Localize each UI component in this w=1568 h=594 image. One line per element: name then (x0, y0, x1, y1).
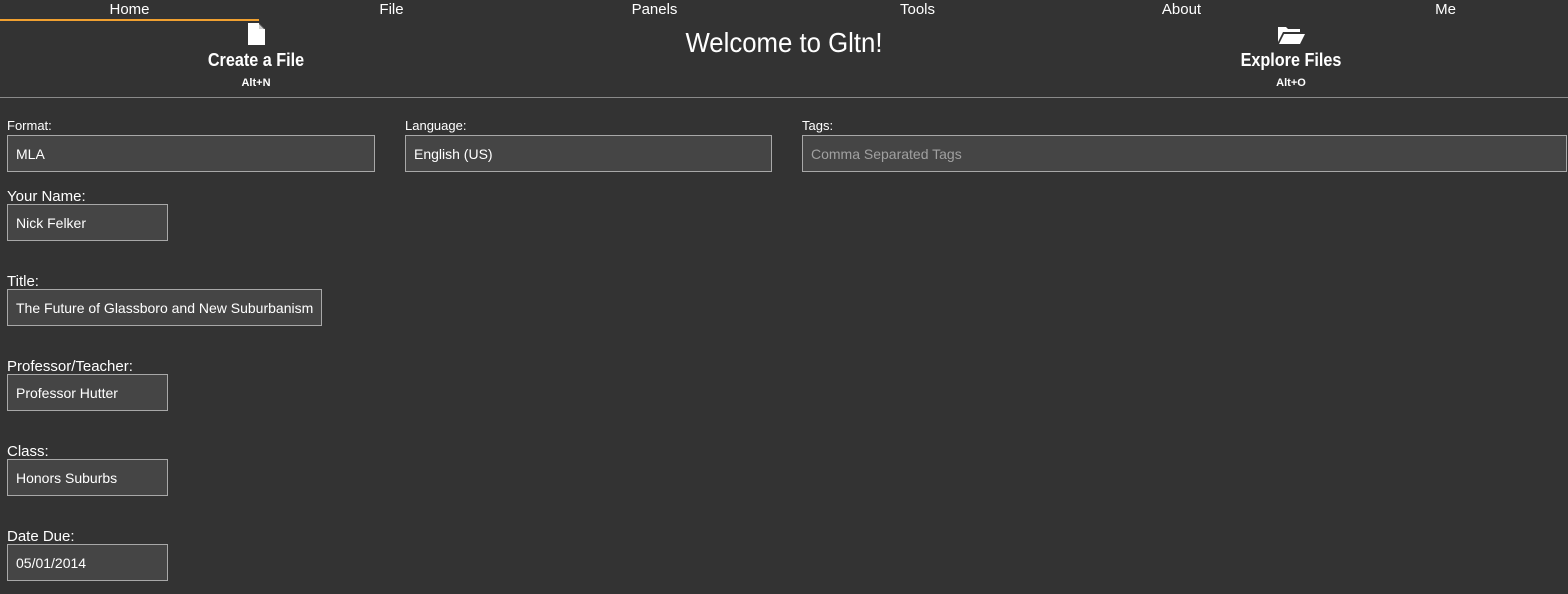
title-label: Title: (7, 273, 39, 290)
top-nav: Home File Panels Tools About Me (0, 0, 1568, 21)
class-label: Class: (7, 443, 49, 460)
tab-tools[interactable]: Tools (788, 0, 1047, 21)
name-label: Your Name: (7, 188, 86, 205)
format-field[interactable] (7, 135, 375, 172)
language-field[interactable] (405, 135, 772, 172)
folder-open-icon (1278, 27, 1305, 44)
class-field[interactable] (7, 459, 168, 496)
tab-home[interactable]: Home (0, 0, 259, 21)
explore-files-button[interactable]: Explore Files Alt+O (1191, 21, 1391, 89)
tags-label: Tags: (802, 118, 834, 133)
language-label: Language: (405, 118, 467, 133)
professor-label: Professor/Teacher: (7, 358, 133, 375)
professor-field[interactable] (7, 374, 168, 411)
name-field[interactable] (7, 204, 168, 241)
create-file-shortcut: Alt+N (241, 77, 271, 89)
format-label: Format: (7, 118, 52, 133)
tab-me[interactable]: Me (1316, 0, 1568, 21)
tab-file[interactable]: File (262, 0, 521, 21)
header: Create a File Alt+N Welcome to Gltn! Exp… (0, 21, 1568, 98)
tags-field[interactable] (802, 135, 1567, 172)
date-due-label: Date Due: (7, 528, 75, 545)
explore-files-shortcut: Alt+O (1276, 77, 1306, 89)
explore-files-label: Explore Files (1240, 50, 1342, 70)
tab-about[interactable]: About (1052, 0, 1311, 21)
tab-panels[interactable]: Panels (525, 0, 784, 21)
date-due-field[interactable] (7, 544, 168, 581)
title-field[interactable] (7, 289, 322, 326)
